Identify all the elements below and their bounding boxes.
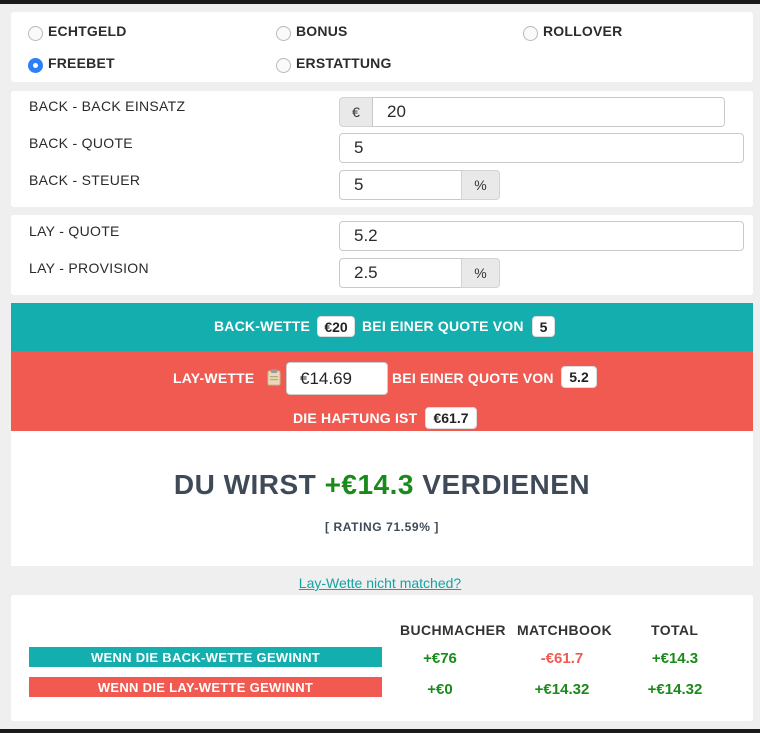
header-total: TOTAL bbox=[651, 622, 699, 638]
cell-lay-wins-total: +€14.32 bbox=[647, 681, 703, 698]
back-stake-badge: €20 bbox=[317, 316, 355, 337]
radio-erstattung[interactable]: ERSTATTUNG bbox=[276, 52, 392, 73]
back-bet-prefix: BACK-WETTE bbox=[214, 318, 311, 334]
row-label-lay-wins: WENN DIE LAY-WETTE GEWINNT bbox=[29, 677, 382, 697]
cell-back-wins-matchbook: -€61.7 bbox=[540, 650, 584, 667]
radio-bonus[interactable]: BONUS bbox=[276, 20, 348, 41]
profit-value: +€14.3 bbox=[324, 469, 414, 500]
back-stake-label: BACK - BACK EINSATZ bbox=[29, 98, 186, 114]
lay-commission-label: LAY - PROVISION bbox=[29, 260, 149, 276]
radio-label-freebet: FREEBET bbox=[48, 54, 115, 71]
header-bookmaker: BUCHMACHER bbox=[400, 622, 506, 638]
radio-button-icon[interactable] bbox=[276, 26, 291, 41]
bet-type-card: ECHTGELD BONUS ROLLOVER FREEBET ERSTATTU… bbox=[11, 12, 753, 82]
radio-label-erstattung: ERSTATTUNG bbox=[296, 54, 392, 71]
radio-button-icon[interactable] bbox=[523, 26, 538, 41]
cell-back-wins-bookmaker: +€76 bbox=[423, 650, 457, 667]
clipboard-icon[interactable] bbox=[267, 368, 281, 386]
cell-lay-wins-matchbook: +€14.32 bbox=[534, 681, 590, 698]
back-stake-input[interactable] bbox=[372, 97, 725, 127]
liability-prefix: DIE HAFTUNG IST bbox=[293, 410, 418, 426]
rating-text: [ RATING 71.59% ] bbox=[325, 520, 439, 534]
lay-commission-input[interactable] bbox=[339, 258, 462, 288]
headline-suffix: VERDIENEN bbox=[422, 469, 591, 500]
cell-lay-wins-bookmaker: +€0 bbox=[427, 681, 453, 698]
lay-odds-label: LAY - QUOTE bbox=[29, 223, 120, 239]
bottom-border bbox=[0, 729, 760, 733]
back-odds-badge: 5 bbox=[532, 316, 555, 337]
radio-label-rollover: ROLLOVER bbox=[543, 22, 623, 39]
back-tax-label: BACK - STEUER bbox=[29, 172, 141, 188]
lay-bet-card: LAY - QUOTE LAY - PROVISION % bbox=[11, 215, 753, 295]
profit-headline: DU WIRST +€14.3 VERDIENEN bbox=[11, 469, 753, 501]
lay-bet-summary: LAY-WETTE €14.69 BEI EINER QUOTE VON 5.2… bbox=[11, 351, 753, 431]
radio-freebet[interactable]: FREEBET bbox=[28, 52, 115, 73]
lay-odds-text: BEI EINER QUOTE VON bbox=[392, 370, 554, 386]
lay-odds-input[interactable] bbox=[339, 221, 744, 251]
radio-label-bonus: BONUS bbox=[296, 22, 348, 39]
header-matchbook: MATCHBOOK bbox=[517, 622, 613, 638]
radio-button-icon[interactable] bbox=[28, 26, 43, 41]
headline-prefix: DU WIRST bbox=[173, 469, 317, 500]
top-border bbox=[0, 0, 760, 4]
radio-echtgeld[interactable]: ECHTGELD bbox=[28, 20, 127, 41]
row-label-back-wins: WENN DIE BACK-WETTE GEWINNT bbox=[29, 647, 382, 667]
cell-back-wins-total: +€14.3 bbox=[651, 650, 699, 667]
back-odds-input[interactable] bbox=[339, 133, 744, 163]
percent-addon: % bbox=[461, 258, 500, 288]
lay-bet-prefix: LAY-WETTE bbox=[173, 370, 255, 386]
lay-not-matched-link[interactable]: Lay-Wette nicht matched? bbox=[0, 575, 760, 591]
back-odds-label: BACK - QUOTE bbox=[29, 135, 133, 151]
percent-addon: % bbox=[461, 170, 500, 200]
back-odds-text: BEI EINER QUOTE VON bbox=[362, 318, 524, 334]
radio-label-echtgeld: ECHTGELD bbox=[48, 22, 127, 39]
back-bet-card: BACK - BACK EINSATZ € BACK - QUOTE BACK … bbox=[11, 91, 753, 207]
radio-button-selected-icon[interactable] bbox=[28, 58, 43, 73]
currency-addon: € bbox=[339, 97, 373, 127]
radio-button-icon[interactable] bbox=[276, 58, 291, 73]
back-tax-input[interactable] bbox=[339, 170, 462, 200]
outcome-table: BUCHMACHER MATCHBOOK TOTAL WENN DIE BACK… bbox=[11, 595, 753, 721]
lay-odds-badge: 5.2 bbox=[561, 366, 597, 388]
back-bet-summary: BACK-WETTE €20 BEI EINER QUOTE VON 5 bbox=[11, 303, 753, 351]
lay-stake-field[interactable]: €14.69 bbox=[286, 362, 388, 395]
radio-rollover[interactable]: ROLLOVER bbox=[523, 20, 622, 41]
liability-badge: €61.7 bbox=[425, 407, 477, 429]
